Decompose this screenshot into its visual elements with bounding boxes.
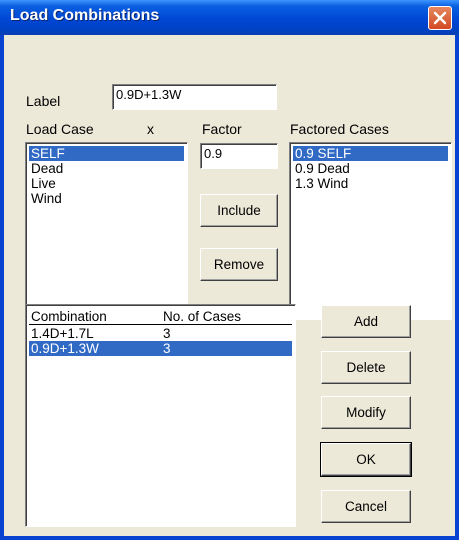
include-button[interactable]: Include	[200, 194, 278, 227]
load-case-header: Load Case	[26, 121, 94, 137]
factored-cases-list[interactable]: 0.9 SELF 0.9 Dead 1.3 Wind	[289, 142, 452, 320]
remove-button[interactable]: Remove	[200, 248, 278, 281]
close-button[interactable]	[428, 6, 452, 30]
list-item[interactable]: Wind	[31, 191, 62, 206]
window-title: Load Combinations	[10, 7, 160, 24]
modify-button[interactable]: Modify	[321, 396, 411, 429]
list-item[interactable]: 1.3 Wind	[295, 176, 348, 191]
add-button[interactable]: Add	[321, 305, 411, 338]
close-icon	[433, 11, 447, 25]
label-input[interactable]: 0.9D+1.3W	[112, 84, 277, 110]
combinations-list[interactable]: Combination No. of Cases 1.4D+1.7L 3 0.9…	[25, 304, 296, 527]
factor-header: Factor	[202, 121, 242, 137]
ok-button[interactable]: OK	[320, 442, 412, 477]
dialog-client-area: Label 0.9D+1.3W Load Case x Factor Facto…	[4, 35, 455, 536]
x-column-header: x	[147, 121, 154, 137]
load-combinations-dialog: Load Combinations Label 0.9D+1.3W Load C…	[0, 0, 459, 540]
combination-name: 0.9D+1.3W	[31, 341, 99, 356]
window-frame-right	[455, 35, 459, 540]
combination-name: 1.4D+1.7L	[31, 326, 94, 341]
combination-column-header: Combination	[31, 309, 107, 324]
delete-button[interactable]: Delete	[321, 351, 411, 384]
factored-cases-header: Factored Cases	[290, 121, 389, 137]
header-divider	[29, 324, 292, 325]
list-item[interactable]: Dead	[31, 161, 63, 176]
cases-column-header: No. of Cases	[163, 309, 242, 324]
window-frame-bottom	[0, 536, 459, 540]
list-item[interactable]: 0.9 SELF	[293, 146, 448, 161]
title-bar[interactable]: Load Combinations	[0, 0, 459, 35]
list-item[interactable]: 0.9 Dead	[295, 161, 350, 176]
table-row[interactable]: 1.4D+1.7L 3	[29, 326, 292, 341]
factor-input[interactable]: 0.9	[200, 143, 278, 169]
label-caption: Label	[26, 93, 61, 109]
load-case-list[interactable]: SELF Dead Live Wind	[25, 142, 188, 320]
case-count: 3	[163, 341, 171, 356]
list-item[interactable]: Live	[31, 176, 56, 191]
cancel-button[interactable]: Cancel	[321, 490, 411, 523]
list-item[interactable]: SELF	[29, 146, 184, 161]
table-row[interactable]: 0.9D+1.3W 3	[29, 341, 292, 356]
case-count: 3	[163, 326, 171, 341]
